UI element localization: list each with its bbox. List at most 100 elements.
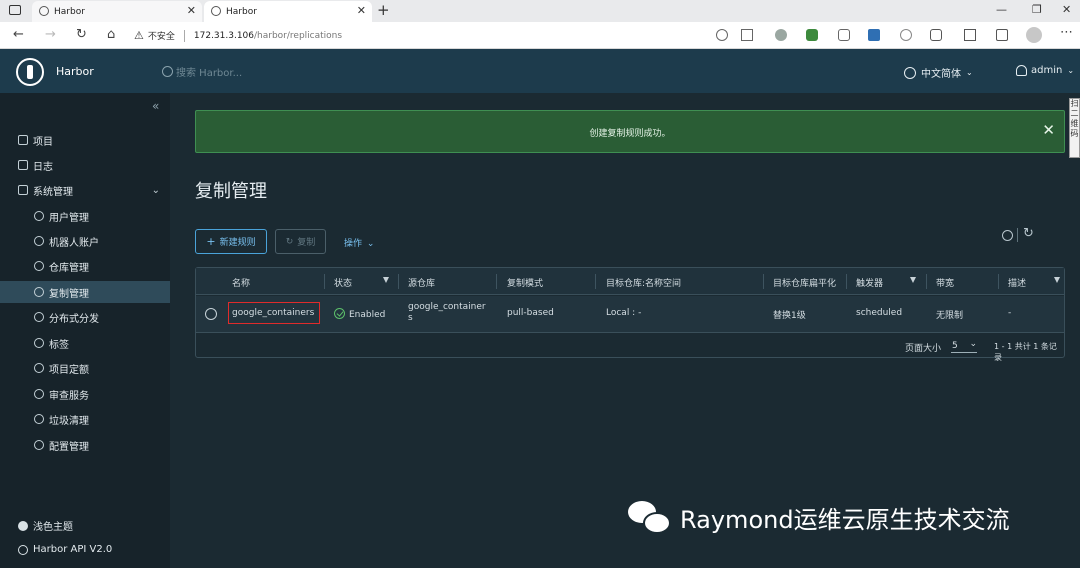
rule-bandwidth: 无限制 <box>936 311 964 321</box>
favorites-icon[interactable] <box>964 29 976 41</box>
refresh-icon[interactable]: ↻ <box>1023 226 1034 241</box>
new-tab-button[interactable]: + <box>377 1 390 19</box>
app-header: Harbor 搜索 Harbor... 中文简体 ⌄ admin ⌄ <box>0 49 1080 93</box>
sidebar-item-label: 配置管理 <box>49 441 89 453</box>
puzzle-icon[interactable] <box>930 29 942 41</box>
chevron-down-icon: ⌄ <box>966 68 973 77</box>
sidebar-item-garbage-collection[interactable]: 垃圾清理 <box>0 408 170 430</box>
sidebar-item-labels[interactable]: 标签 <box>0 332 170 354</box>
page-title: 复制管理 <box>195 181 267 202</box>
browser-tab[interactable]: Harbor ✕ <box>204 1 372 22</box>
chevron-down-icon: ⌄ <box>969 339 977 349</box>
sidebar-item-label: 机器人账户 <box>49 237 99 249</box>
reload-button[interactable]: ↻ <box>76 27 87 42</box>
minimize-button[interactable]: — <box>996 3 1007 16</box>
address-bar[interactable]: ⚠ 不安全 172.31.3.106 /harbor/replications <box>134 25 764 46</box>
forward-button[interactable]: → <box>45 27 56 42</box>
filter-icon[interactable] <box>1054 277 1060 283</box>
sidebar-item-logs[interactable]: 日志 <box>0 154 170 176</box>
close-icon[interactable]: ✕ <box>1042 121 1055 139</box>
browser-tab-strip: Harbor ✕ Harbor ✕ + — ❐ ✕ <box>0 0 1080 22</box>
new-rule-button[interactable]: + 新建规则 <box>195 229 267 254</box>
copy-icon: ↻ <box>285 236 294 247</box>
shield-icon <box>34 389 44 399</box>
column-separator[interactable] <box>998 274 999 289</box>
page-size-select[interactable]: 5 ⌄ <box>951 339 977 353</box>
extension-icon[interactable] <box>838 29 850 41</box>
column-separator[interactable] <box>763 274 764 289</box>
sidebar-item-robot-accounts[interactable]: 机器人账户 <box>0 230 170 252</box>
sidebar-item-replications[interactable]: 复制管理 <box>0 281 170 303</box>
column-separator[interactable] <box>846 274 847 289</box>
back-button[interactable]: ← <box>13 27 24 42</box>
gear-icon <box>34 440 44 450</box>
close-window-button[interactable]: ✕ <box>1062 3 1071 16</box>
sidebar: « 项目 日志 系统管理 ⌄ 用户管理 机器人账户 仓库管理 复制管理 分布式分… <box>0 93 170 568</box>
api-link[interactable]: Harbor API V2.0 <box>18 544 112 555</box>
extension-icon[interactable] <box>775 29 787 41</box>
row-select-radio[interactable] <box>205 308 217 320</box>
sidebar-item-administration[interactable]: 系统管理 ⌄ <box>0 179 170 201</box>
table-row[interactable]: google_containers Enabled google_contain… <box>196 296 1064 332</box>
profile-avatar[interactable] <box>1026 27 1042 43</box>
extension-icon[interactable] <box>806 29 818 41</box>
home-button[interactable]: ⌂ <box>107 27 115 42</box>
column-separator[interactable] <box>926 274 927 289</box>
close-tab-icon[interactable]: ✕ <box>357 4 366 17</box>
filter-icon[interactable] <box>383 277 389 283</box>
copy-label: 复制 <box>297 238 316 248</box>
search-icon[interactable] <box>1002 230 1013 241</box>
column-header-destination[interactable]: 目标仓库:名称空间 <box>606 276 681 289</box>
language-label: 中文简体 <box>921 69 961 80</box>
maximize-button[interactable]: ❐ <box>1032 3 1042 16</box>
column-separator[interactable] <box>324 274 325 289</box>
extension-icon[interactable] <box>868 29 880 41</box>
column-header-name[interactable]: 名称 <box>232 276 250 289</box>
sidebar-item-users[interactable]: 用户管理 <box>0 205 170 227</box>
user-menu[interactable]: admin ⌄ <box>1016 65 1074 76</box>
theme-toggle[interactable]: 浅色主题 <box>18 518 73 533</box>
column-header-status[interactable]: 状态 <box>334 276 352 289</box>
browser-tab[interactable]: Harbor ✕ <box>32 1 202 22</box>
window-menu-icon[interactable] <box>9 5 21 15</box>
column-header-mode[interactable]: 复制模式 <box>507 276 543 289</box>
collections-icon[interactable] <box>996 29 1008 41</box>
plus-icon: + <box>206 235 216 248</box>
key-icon[interactable] <box>716 29 728 41</box>
harbor-logo-icon[interactable] <box>16 58 44 86</box>
sidebar-item-registries[interactable]: 仓库管理 <box>0 255 170 277</box>
rule-name[interactable]: google_containers <box>232 308 314 318</box>
copy-button[interactable]: ↻ 复制 <box>275 229 326 254</box>
column-separator[interactable] <box>496 274 497 289</box>
close-tab-icon[interactable]: ✕ <box>187 4 196 17</box>
column-separator[interactable] <box>595 274 596 289</box>
more-icon[interactable]: ⋯ <box>1060 25 1073 40</box>
star-icon[interactable] <box>741 29 753 41</box>
column-separator[interactable] <box>398 274 399 289</box>
sidebar-item-label: 系统管理 <box>33 186 73 198</box>
column-header-description[interactable]: 描述 <box>1008 276 1026 289</box>
brand-name[interactable]: Harbor <box>56 65 94 78</box>
sidebar-item-distributions[interactable]: 分布式分发 <box>0 306 170 328</box>
sidebar-item-interrogation-services[interactable]: 审查服务 <box>0 383 170 405</box>
column-header-bandwidth[interactable]: 带宽 <box>936 276 954 289</box>
column-header-source[interactable]: 源仓库 <box>408 276 435 289</box>
filter-icon[interactable] <box>910 277 916 283</box>
sidebar-item-configuration[interactable]: 配置管理 <box>0 434 170 456</box>
global-search[interactable]: 搜索 Harbor... <box>162 64 242 79</box>
collapse-sidebar-icon[interactable]: « <box>152 99 159 113</box>
api-icon <box>18 544 28 555</box>
registry-icon <box>34 261 44 271</box>
column-header-flattening[interactable]: 目标仓库扁平化 <box>773 276 836 289</box>
extension-icon[interactable] <box>900 29 912 41</box>
language-selector[interactable]: 中文简体 ⌄ <box>904 65 973 80</box>
watermark-text: Raymond运维云原生技术交流 <box>680 505 1010 534</box>
sidebar-item-project-quotas[interactable]: 项目定额 <box>0 357 170 379</box>
column-header-trigger[interactable]: 触发器 <box>856 276 883 289</box>
rule-trigger: scheduled <box>856 308 903 318</box>
table-header: 名称 状态 源仓库 复制模式 目标仓库:名称空间 目标仓库扁平化 触发器 带宽 … <box>196 268 1064 295</box>
security-label: 不安全 <box>147 32 175 42</box>
search-input[interactable]: 搜索 Harbor... <box>176 64 242 79</box>
sidebar-item-projects[interactable]: 项目 <box>0 129 170 151</box>
actions-dropdown[interactable]: 操作 ⌄ <box>344 236 374 249</box>
